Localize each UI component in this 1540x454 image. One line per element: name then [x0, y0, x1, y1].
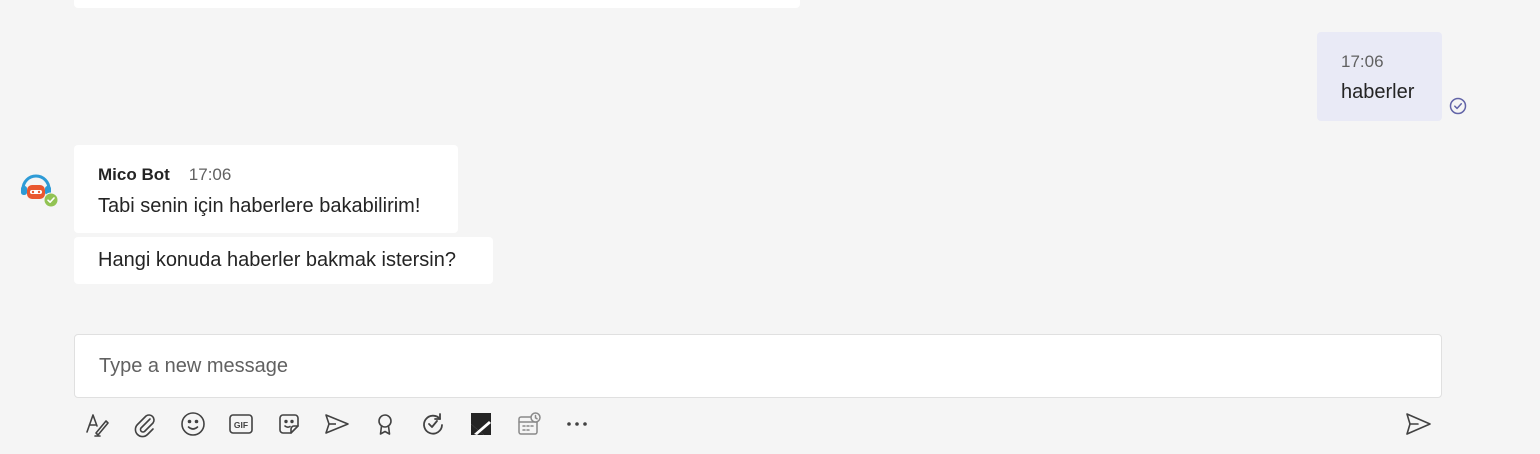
message-input[interactable]	[99, 335, 1419, 397]
chat-window: 17:06 haberler Mico Bot 17:06 Tabi senin…	[0, 0, 1540, 454]
outgoing-message[interactable]: 17:06 haberler	[1317, 32, 1442, 121]
attach-icon[interactable]	[122, 404, 168, 444]
message-header: Mico Bot 17:06	[98, 165, 458, 185]
read-receipt-icon	[1449, 97, 1467, 115]
send-button[interactable]	[1396, 404, 1440, 444]
app-icon[interactable]	[458, 404, 504, 444]
more-icon[interactable]	[554, 404, 600, 444]
message-text: Tabi senin için haberlere bakabilirim!	[98, 195, 421, 217]
compose-box[interactable]	[74, 334, 1442, 398]
previous-message-card	[74, 0, 800, 8]
message-timestamp: 17:06	[188, 165, 232, 184]
meet-now-icon[interactable]	[314, 404, 360, 444]
message-text: Hangi konuda haberler bakmak istersin?	[98, 249, 456, 271]
loop-icon[interactable]	[410, 404, 456, 444]
incoming-message[interactable]: Mico Bot 17:06 Tabi senin için haberlere…	[74, 145, 458, 233]
send-icon	[1406, 413, 1431, 435]
sticker-icon[interactable]	[266, 404, 312, 444]
gif-icon[interactable]: GIF	[218, 404, 264, 444]
format-icon[interactable]	[74, 404, 120, 444]
schedule-icon[interactable]	[506, 404, 552, 444]
emoji-icon[interactable]	[170, 404, 216, 444]
svg-text:GIF: GIF	[234, 420, 248, 430]
sender-name: Mico Bot	[98, 165, 170, 184]
message-text: haberler	[1341, 81, 1415, 103]
message-timestamp: 17:06	[1341, 52, 1384, 71]
presence-available-icon	[43, 192, 59, 208]
incoming-message[interactable]: Hangi konuda haberler bakmak istersin?	[74, 237, 493, 284]
praise-icon[interactable]	[362, 404, 408, 444]
